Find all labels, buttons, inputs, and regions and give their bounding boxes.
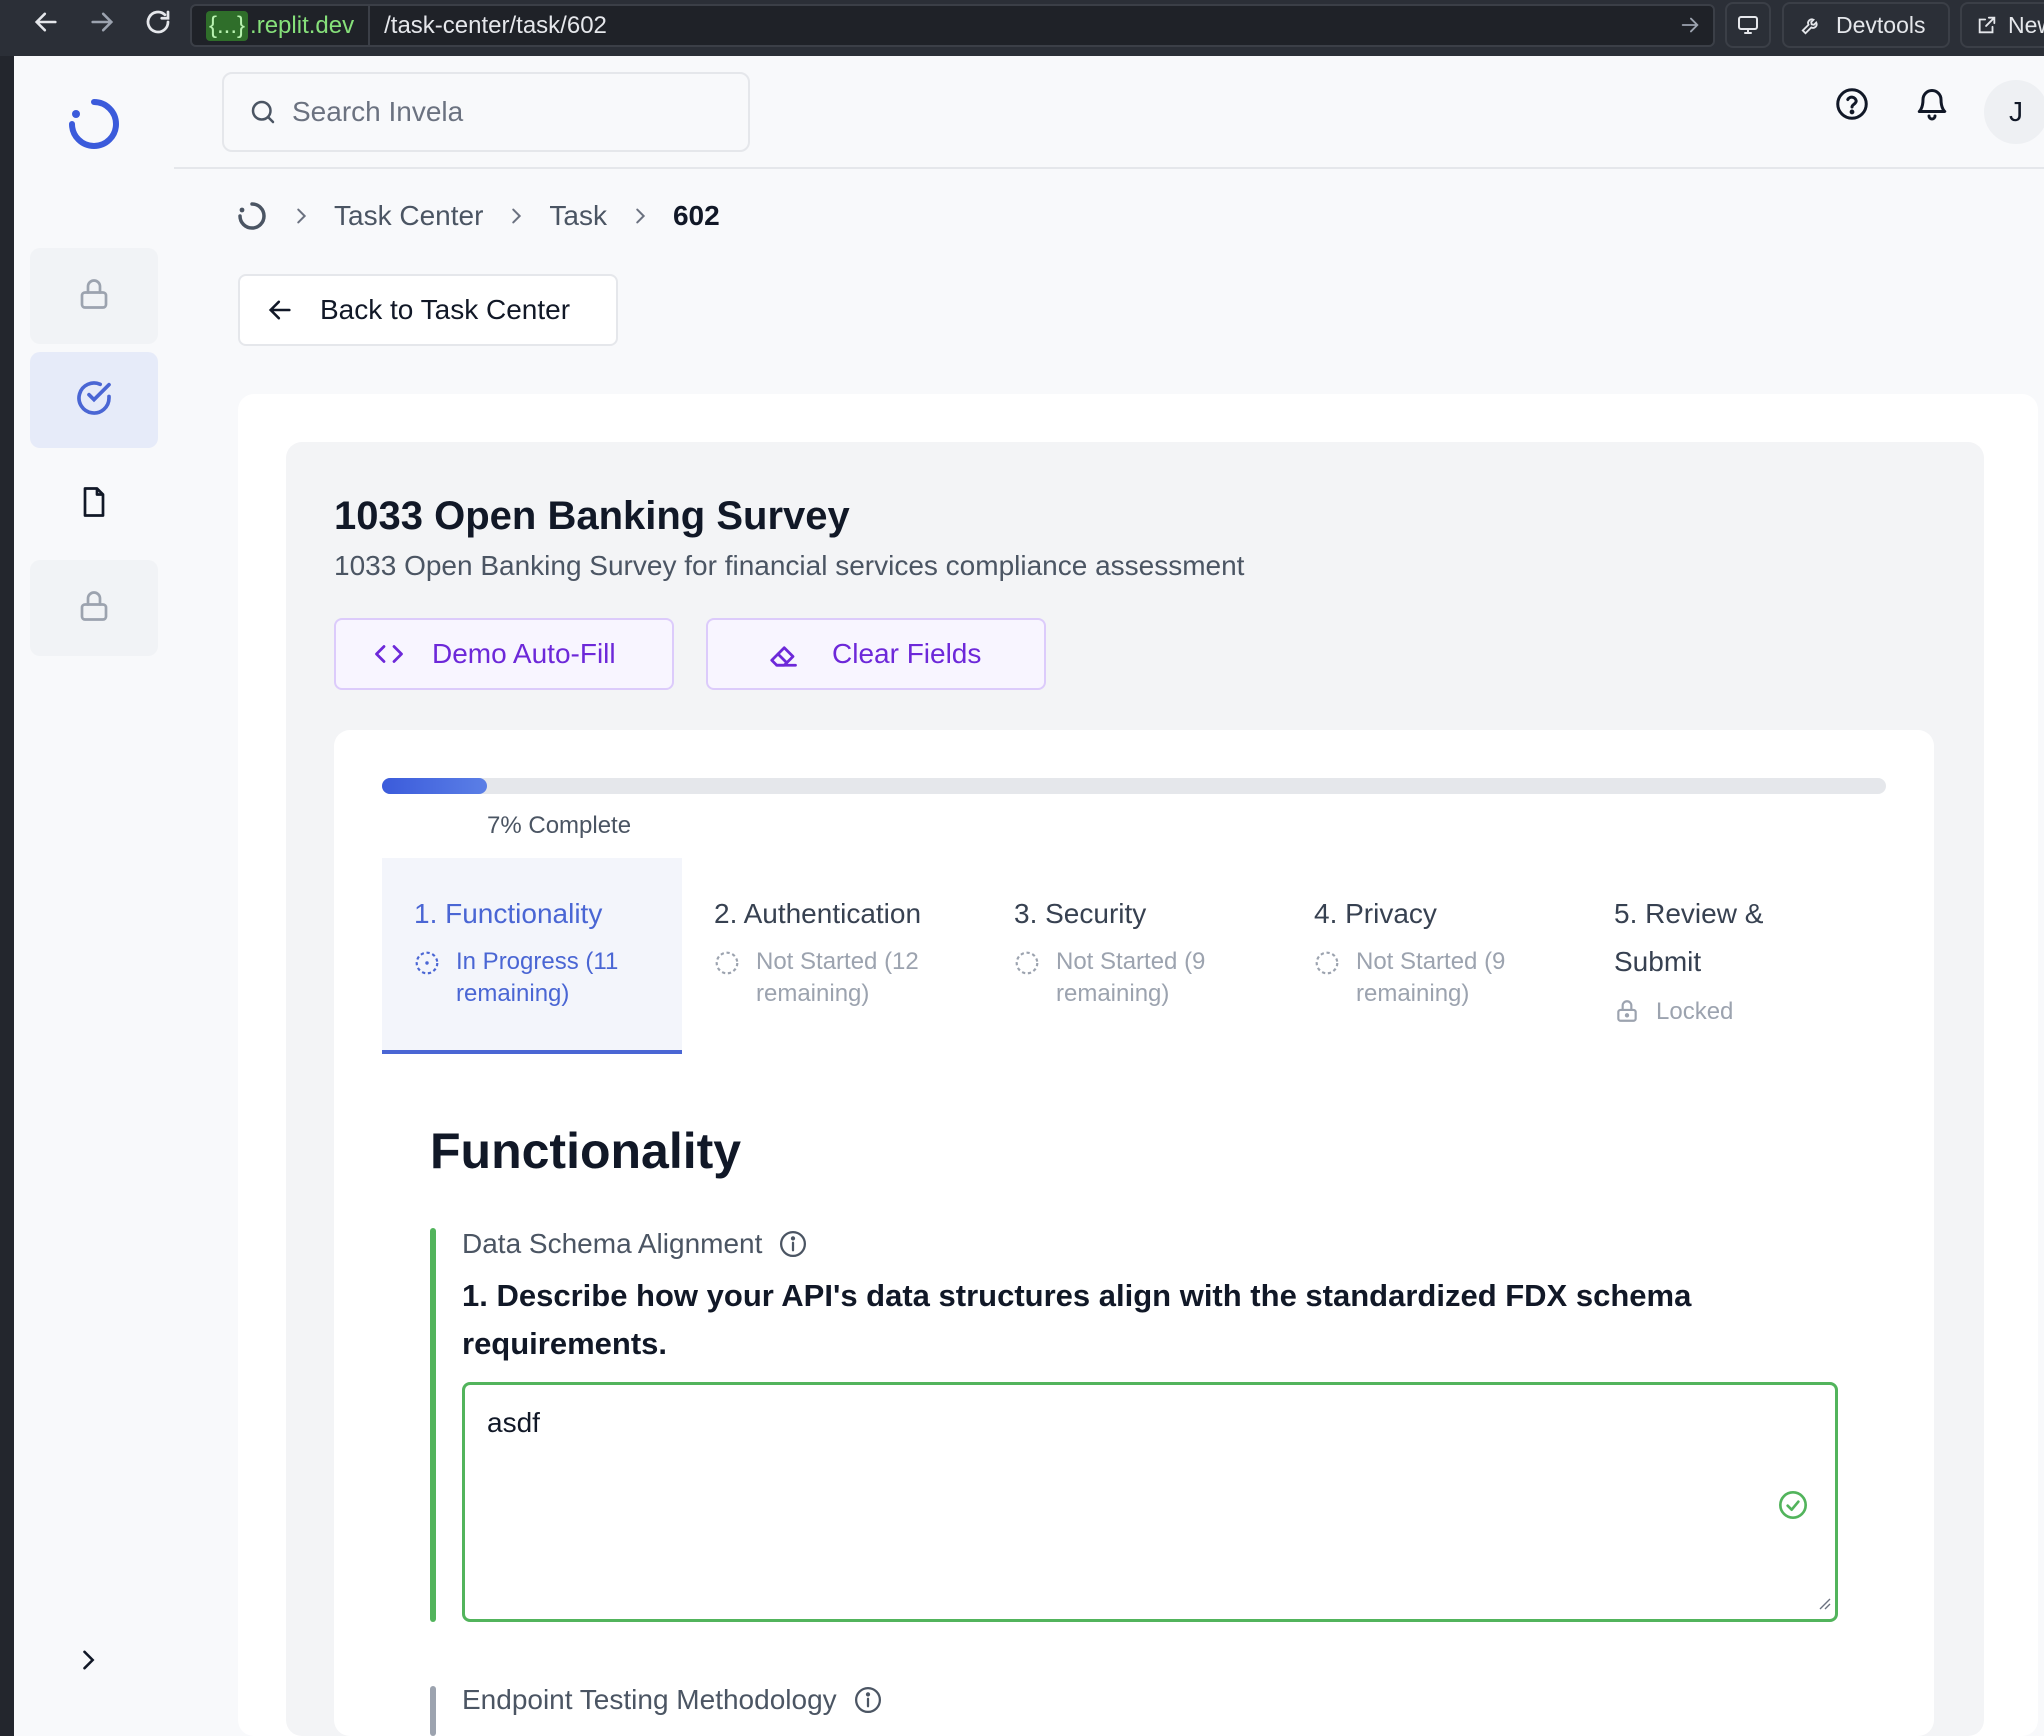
not-started-icon (1314, 950, 1340, 976)
breadcrumb: Task Center Task 602 (236, 200, 720, 232)
clear-fields-button[interactable]: Clear Fields (706, 618, 1046, 690)
progress-bar-fill (382, 778, 488, 794)
question-status-bar (430, 1686, 436, 1736)
top-header: J (174, 56, 2044, 169)
progress-bar (382, 778, 1886, 794)
browser-back-icon[interactable] (22, 0, 70, 44)
step-title: 2. Authentication (714, 898, 922, 929)
document-icon (76, 484, 112, 525)
sidebar (14, 56, 174, 1736)
not-started-icon (1014, 950, 1040, 976)
clear-fields-label: Clear Fields (832, 638, 982, 669)
resize-handle-icon[interactable] (1817, 1596, 1831, 1615)
answer-textarea[interactable]: asdf (487, 1407, 1767, 1597)
step-status-text: Not Started (12 remaining) (756, 948, 919, 1007)
devtools-label: Devtools (1836, 11, 1926, 38)
step-title: 1. Functionality (414, 898, 603, 929)
search-box[interactable] (222, 72, 750, 152)
breadcrumb-home-icon[interactable] (236, 200, 268, 232)
back-to-task-center-button[interactable]: Back to Task Center (238, 274, 618, 346)
url-divider (368, 4, 371, 47)
url-host-badge: {...} (206, 10, 249, 41)
invela-logo-icon[interactable] (66, 96, 122, 157)
step-status-text: Not Started (9 remaining) (1056, 948, 1206, 1007)
step-review-submit[interactable]: 5. Review & Submit Locked (1582, 858, 1882, 1054)
step-status: In Progress (11 remaining) (414, 946, 656, 1010)
screen-icon[interactable] (1725, 2, 1771, 48)
demo-autofill-label: Demo Auto-Fill (432, 638, 616, 669)
info-icon[interactable] (778, 1229, 808, 1259)
question-label: Data Schema Alignment (462, 1228, 808, 1260)
step-status-text: Not Started (9 remaining) (1356, 948, 1506, 1007)
eraser-icon (768, 639, 798, 669)
step-status: Not Started (12 remaining) (714, 946, 956, 1010)
step-status-text: Locked (1656, 998, 1734, 1025)
wrench-icon (1800, 14, 1822, 36)
not-started-icon (714, 950, 740, 976)
step-status-text: In Progress (11 remaining) (456, 948, 619, 1007)
chevron-right-icon (505, 205, 527, 227)
progress-label: 7% Complete (487, 812, 632, 839)
step-security[interactable]: 3. Security Not Started (9 remaining) (982, 858, 1282, 1054)
question-text: 1. Describe how your API's data structur… (462, 1278, 1692, 1361)
breadcrumb-current: 602 (672, 200, 720, 231)
step-title: 5. Review & Submit (1614, 898, 1764, 977)
url-host: {...} .replit.dev (200, 9, 360, 43)
help-icon[interactable] (1834, 86, 1870, 127)
back-button-label: Back to Task Center (320, 294, 571, 325)
arrow-left-icon (266, 296, 294, 324)
sidebar-item-documents[interactable] (30, 456, 158, 552)
step-functionality[interactable]: 1. Functionality In Progress (11 remaini… (382, 858, 682, 1054)
breadcrumb-task[interactable]: Task (549, 200, 607, 232)
demo-autofill-button[interactable]: Demo Auto-Fill (334, 618, 674, 690)
user-avatar[interactable]: J (1984, 80, 2044, 144)
sidebar-item-locked-2[interactable] (30, 560, 158, 656)
info-icon[interactable] (853, 1685, 883, 1715)
lock-icon (1614, 998, 1640, 1024)
chevron-right-icon (290, 205, 312, 227)
browser-forward-icon[interactable] (78, 0, 126, 44)
lock-icon (76, 276, 112, 317)
sidebar-item-locked-1[interactable] (30, 248, 158, 344)
in-progress-icon (414, 950, 440, 976)
step-privacy[interactable]: 4. Privacy Not Started (9 remaining) (1282, 858, 1582, 1054)
browser-toolbar: {...} .replit.dev /task-center/task/602 D… (0, 0, 2044, 56)
step-status: Locked (1614, 996, 1733, 1028)
devtools-button[interactable]: Devtools (1782, 2, 1950, 48)
step-title: 4. Privacy (1314, 898, 1437, 929)
section-title: Functionality (430, 1123, 742, 1179)
lock-icon (76, 588, 112, 629)
question-label-text: Data Schema Alignment (462, 1228, 763, 1259)
new-tab-button[interactable]: New (1960, 2, 2044, 48)
breadcrumb-task-center[interactable]: Task Center (334, 200, 483, 232)
question-label: Endpoint Testing Methodology (462, 1684, 883, 1716)
address-bar[interactable]: {...} .replit.dev /task-center/task/602 (190, 4, 1715, 47)
check-circle-icon (74, 378, 114, 423)
sidebar-item-tasks[interactable] (30, 352, 158, 448)
browser-reload-icon[interactable] (134, 0, 182, 44)
survey-subtitle: 1033 Open Banking Survey for financial s… (334, 550, 1245, 581)
question-status-bar (430, 1228, 436, 1622)
step-status: Not Started (9 remaining) (1314, 946, 1546, 1010)
bell-icon[interactable] (1914, 86, 1950, 127)
step-title: 3. Security (1014, 898, 1147, 929)
external-link-icon (1976, 14, 1998, 36)
search-icon (248, 97, 278, 127)
survey-title: 1033 Open Banking Survey (334, 494, 850, 538)
sidebar-expand-chevron-icon[interactable] (74, 1646, 102, 1679)
new-tab-label: New (2008, 11, 2044, 38)
url-host-text: .replit.dev (250, 11, 355, 39)
question-label-text: Endpoint Testing Methodology (462, 1684, 837, 1715)
url-go-icon[interactable] (1679, 14, 1701, 41)
valid-check-icon (1777, 1489, 1809, 1526)
url-path: /task-center/task/602 (384, 11, 607, 39)
window-edge (0, 56, 14, 1736)
code-brackets-icon (374, 639, 404, 669)
step-status: Not Started (9 remaining) (1014, 946, 1246, 1010)
answer-field[interactable]: asdf (462, 1382, 1838, 1622)
chevron-right-icon (629, 205, 651, 227)
step-authentication[interactable]: 2. Authentication Not Started (12 remain… (682, 858, 982, 1054)
search-input[interactable] (292, 96, 732, 128)
